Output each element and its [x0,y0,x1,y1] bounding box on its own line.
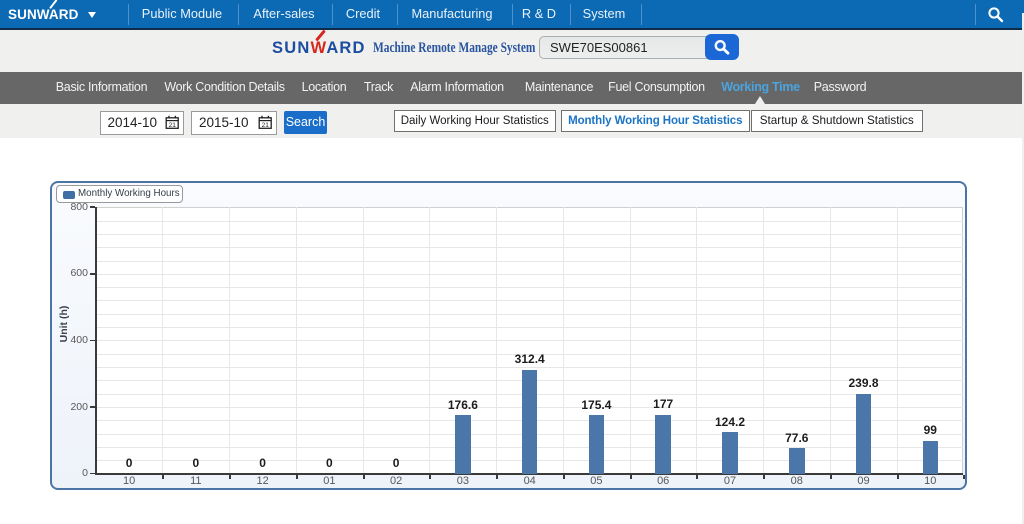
svg-text:21: 21 [168,122,176,129]
svg-text:21: 21 [262,122,270,129]
